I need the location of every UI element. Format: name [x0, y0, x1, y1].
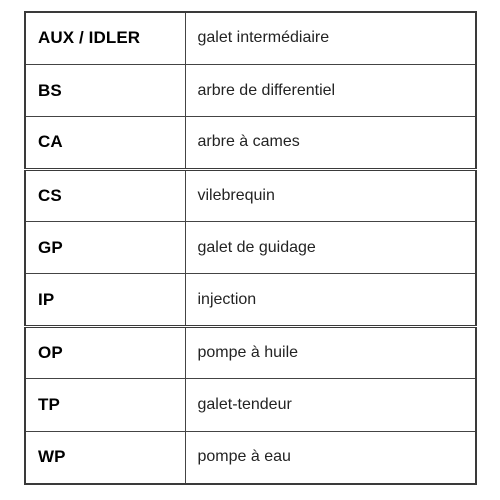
- table-row: CA arbre à cames: [25, 116, 476, 171]
- abbreviation-cell: CA: [25, 116, 186, 171]
- term-cell: galet intermédiaire: [185, 12, 476, 65]
- table-row: GP galet de guidage: [25, 221, 476, 275]
- table-row: CS vilebrequin: [25, 169, 476, 223]
- abbreviation-cell: CS: [25, 169, 186, 223]
- abbreviation-cell: IP: [25, 273, 186, 328]
- table-row: OP pompe à huile: [25, 326, 476, 380]
- abbreviation-cell: TP: [25, 378, 186, 432]
- table-row: WP pompe à eau: [25, 431, 476, 484]
- abbreviation-cell: WP: [25, 431, 186, 484]
- term-cell: pompe à eau: [185, 431, 476, 484]
- page-root: AUX / IDLER galet intermédiaire BS arbre…: [0, 0, 500, 500]
- abbreviation-cell: GP: [25, 221, 186, 275]
- term-cell: galet de guidage: [185, 221, 476, 275]
- term-cell: injection: [185, 273, 476, 328]
- table-row: TP galet-tendeur: [25, 378, 476, 432]
- term-cell: pompe à huile: [185, 326, 476, 380]
- abbreviation-cell: BS: [25, 64, 186, 118]
- term-cell: galet-tendeur: [185, 378, 476, 432]
- term-cell: arbre à cames: [185, 116, 476, 171]
- term-cell: vilebrequin: [185, 169, 476, 223]
- abbreviation-cell: AUX / IDLER: [25, 12, 186, 65]
- term-cell: arbre de differentiel: [185, 64, 476, 118]
- table-row: BS arbre de differentiel: [25, 64, 476, 118]
- abbreviation-legend-table: AUX / IDLER galet intermédiaire BS arbre…: [24, 11, 477, 485]
- table-body: AUX / IDLER galet intermédiaire BS arbre…: [25, 12, 476, 484]
- table-row: IP injection: [25, 273, 476, 328]
- table-row: AUX / IDLER galet intermédiaire: [25, 12, 476, 65]
- abbreviation-cell: OP: [25, 326, 186, 380]
